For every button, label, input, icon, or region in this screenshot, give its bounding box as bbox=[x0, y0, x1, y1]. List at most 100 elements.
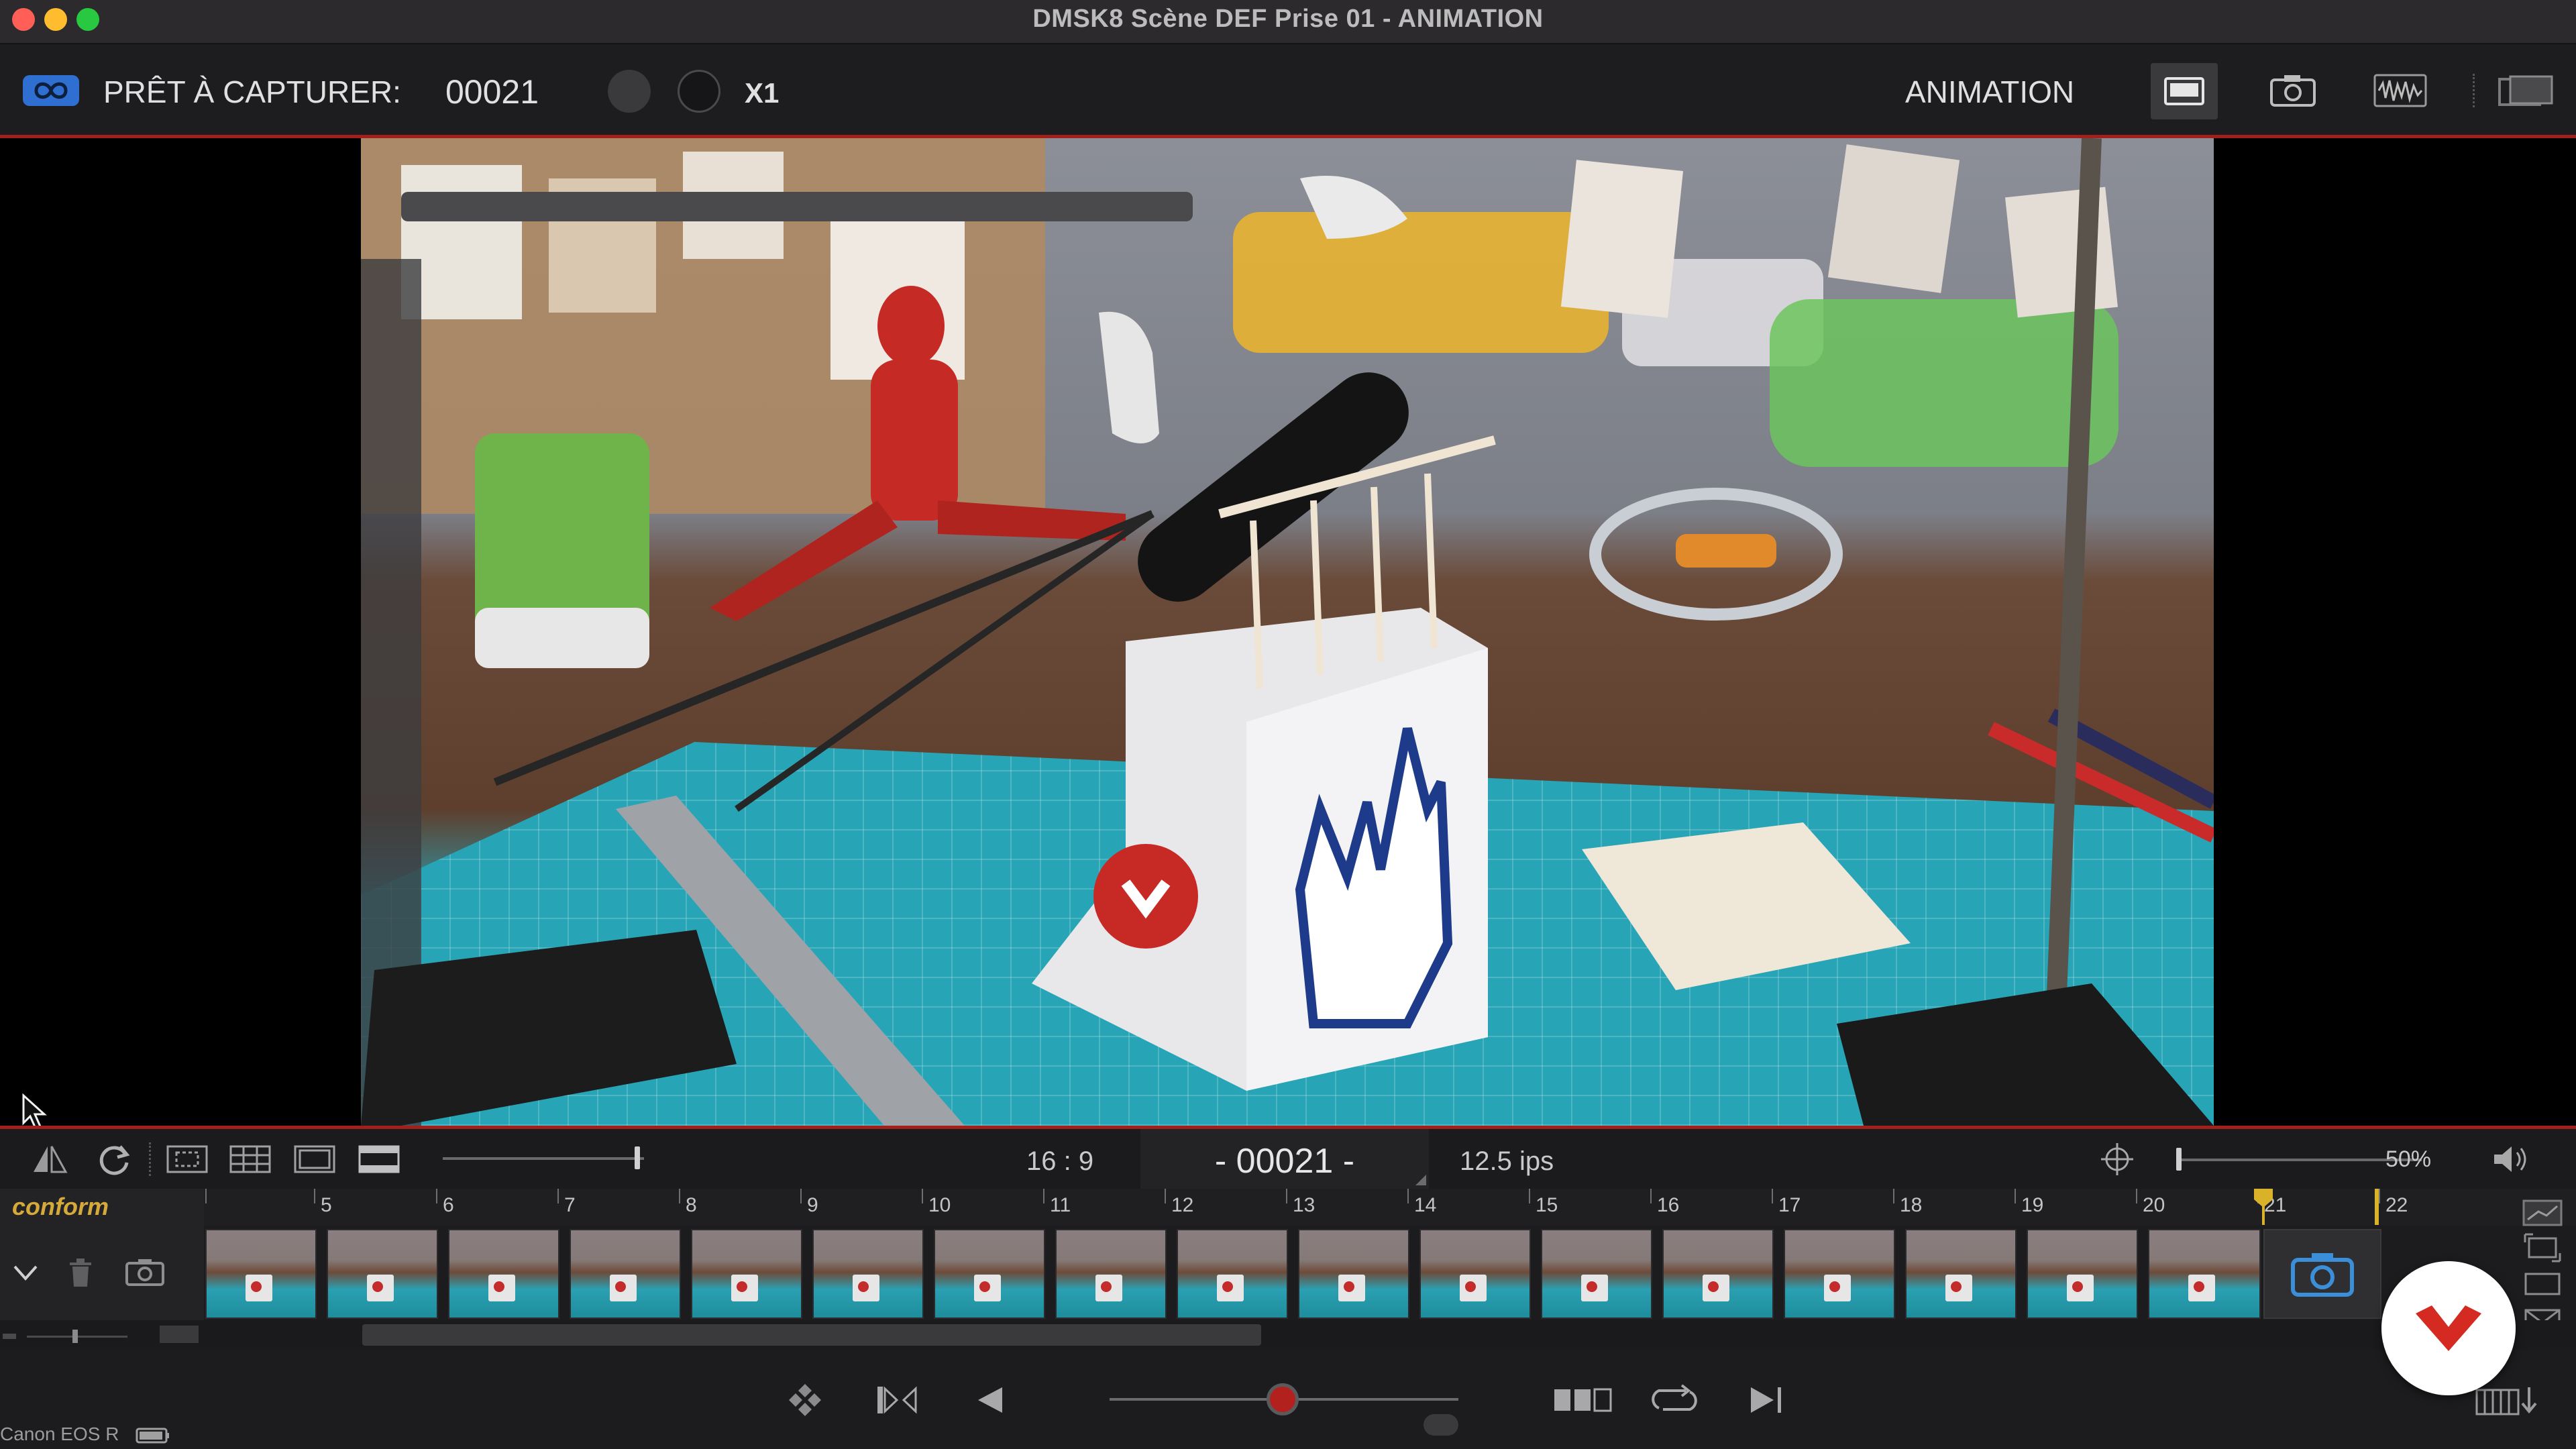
monitor-icon[interactable] bbox=[2151, 63, 2218, 119]
ruler-tick bbox=[2136, 1189, 2137, 1203]
out-point-marker[interactable] bbox=[2375, 1189, 2379, 1225]
live-camera-icon bbox=[2291, 1253, 2354, 1297]
frame-thumbnail[interactable] bbox=[1784, 1229, 1895, 1319]
track-zoom-max[interactable] bbox=[160, 1326, 199, 1343]
ruler-label: 16 bbox=[1657, 1194, 1680, 1216]
chevron-down-icon[interactable] bbox=[12, 1263, 39, 1283]
go-to-live-icon[interactable] bbox=[1744, 1377, 1791, 1424]
ruler-tick bbox=[557, 1189, 559, 1203]
mode-label[interactable]: ANIMATION bbox=[1905, 75, 2074, 109]
chart-view-icon[interactable] bbox=[2522, 1199, 2563, 1226]
toolbar-divider bbox=[149, 1142, 154, 1176]
ruler-tick bbox=[2015, 1189, 2016, 1203]
opacity-slider-track[interactable] bbox=[443, 1157, 644, 1160]
ruler-tick bbox=[436, 1189, 437, 1203]
display-compare-icon[interactable] bbox=[2496, 67, 2556, 114]
frame-thumbnail[interactable] bbox=[1662, 1229, 1774, 1319]
live-view-toggle[interactable] bbox=[678, 70, 720, 113]
ruler-label: 8 bbox=[686, 1194, 697, 1216]
brand-chevron-icon bbox=[2416, 1305, 2481, 1351]
current-frame-box: - 00021 - bbox=[1140, 1129, 1429, 1189]
grid-icon[interactable] bbox=[227, 1142, 274, 1176]
ruler-label: 14 bbox=[1414, 1194, 1437, 1216]
fit-view-icon[interactable] bbox=[2524, 1233, 2561, 1263]
frame-icon[interactable] bbox=[291, 1142, 338, 1176]
ruler-label: 7 bbox=[564, 1194, 576, 1216]
letterbox-icon[interactable] bbox=[356, 1142, 402, 1176]
ruler-label: 22 bbox=[2385, 1194, 2408, 1216]
ruler-tick bbox=[314, 1189, 315, 1203]
volume-icon[interactable] bbox=[2490, 1142, 2530, 1176]
single-frame-icon[interactable] bbox=[2524, 1272, 2561, 1299]
frame-thumbnail[interactable] bbox=[2027, 1229, 2138, 1319]
frame-thumbnail[interactable] bbox=[1298, 1229, 1409, 1319]
frame-thumbnail[interactable] bbox=[448, 1229, 559, 1319]
frame-thumbnail[interactable] bbox=[2148, 1229, 2261, 1319]
live-view-viewport[interactable] bbox=[0, 138, 2576, 1130]
refresh-icon[interactable] bbox=[94, 1142, 134, 1176]
frame-thumbnail[interactable] bbox=[327, 1229, 438, 1319]
flip-icon[interactable] bbox=[30, 1142, 70, 1176]
ruler-tick bbox=[1407, 1189, 1409, 1203]
camera-live-image bbox=[361, 138, 2214, 1126]
frame-thumbnail[interactable] bbox=[691, 1229, 802, 1319]
camera-model-label: Canon EOS R bbox=[0, 1424, 119, 1444]
playback-controls: Canon EOS R bbox=[0, 1350, 2576, 1449]
ruler-label: 15 bbox=[1536, 1194, 1558, 1216]
toolbar-divider bbox=[2473, 74, 2477, 107]
scene-illustration bbox=[361, 138, 2214, 1126]
playback-speed-handle[interactable] bbox=[1267, 1383, 1299, 1415]
capture-slot[interactable] bbox=[2263, 1229, 2381, 1319]
ruler-tick bbox=[1772, 1189, 1773, 1203]
playhead-marker[interactable] bbox=[2251, 1189, 2275, 1225]
zoom-slider-handle[interactable] bbox=[2176, 1148, 2182, 1171]
fps-label[interactable]: 12.5 ips bbox=[1460, 1146, 1554, 1177]
frame-thumbnail[interactable] bbox=[1419, 1229, 1531, 1319]
window-title: DMSK8 Scène DEF Prise 01 - ANIMATION bbox=[1032, 5, 1544, 33]
trash-icon[interactable] bbox=[66, 1256, 95, 1289]
ready-to-capture-label: PRÊT À CAPTURER: bbox=[103, 74, 401, 109]
onion-skin-button[interactable] bbox=[608, 70, 651, 113]
ruler-tick bbox=[800, 1189, 802, 1203]
frame-thumbnail[interactable] bbox=[934, 1229, 1045, 1319]
frame-thumbnail[interactable] bbox=[205, 1229, 317, 1319]
ruler-tick bbox=[922, 1189, 923, 1203]
capture-toolbar: PRÊT À CAPTURER: 00021 X1 ANIMATION bbox=[0, 44, 2576, 138]
timeline-ruler[interactable]: 5 6 7 8 9 10 11 12 13 14 15 16 17 18 19 … bbox=[0, 1189, 2576, 1225]
loop-icon[interactable] bbox=[1648, 1377, 1701, 1424]
track-zoom-handle[interactable] bbox=[72, 1330, 78, 1343]
speed-toggle[interactable] bbox=[1424, 1414, 1458, 1436]
frame-strip-icon[interactable] bbox=[1551, 1377, 1615, 1424]
timeline-scrollbar[interactable] bbox=[362, 1324, 1261, 1346]
ruler-tick bbox=[679, 1189, 680, 1203]
ruler-label: 9 bbox=[807, 1194, 818, 1216]
frame-thumbnail[interactable] bbox=[812, 1229, 924, 1319]
crosshair-icon[interactable] bbox=[2098, 1142, 2136, 1176]
ruler-label: 11 bbox=[1050, 1194, 1071, 1216]
ruler-label: 19 bbox=[2021, 1194, 2044, 1216]
step-back-icon[interactable] bbox=[970, 1377, 1010, 1424]
bowtie-icon[interactable] bbox=[873, 1377, 920, 1424]
opacity-slider-handle[interactable] bbox=[635, 1146, 640, 1169]
keyframes-icon[interactable] bbox=[785, 1377, 825, 1424]
timeline-scroll-row bbox=[0, 1320, 2576, 1350]
capture-multiplier[interactable]: X1 bbox=[745, 76, 779, 110]
camera-icon[interactable] bbox=[2266, 67, 2320, 114]
frame-thumbnail[interactable] bbox=[1177, 1229, 1288, 1319]
audio-waveform-icon[interactable] bbox=[2372, 67, 2428, 114]
track-zoom-min[interactable] bbox=[3, 1334, 16, 1339]
frame-thumbnail[interactable] bbox=[1055, 1229, 1167, 1319]
frame-thumbnail[interactable] bbox=[570, 1229, 681, 1319]
aspect-ratio-label[interactable]: 16 : 9 bbox=[1026, 1146, 1093, 1177]
layer-label-cell[interactable]: conform bbox=[0, 1189, 204, 1225]
timeline-toolbar: 16 : 9 - 00021 - 12.5 ips 50% bbox=[0, 1126, 2576, 1189]
capture-camera-icon[interactable] bbox=[125, 1257, 165, 1287]
ruler-label: 18 bbox=[1900, 1194, 1923, 1216]
safe-area-icon[interactable] bbox=[164, 1142, 211, 1176]
infinity-loop-icon[interactable] bbox=[21, 74, 80, 107]
current-frame-label[interactable]: - 00021 - bbox=[1140, 1141, 1429, 1181]
frame-thumbnail[interactable] bbox=[1905, 1229, 2017, 1319]
export-frames-icon[interactable] bbox=[2473, 1381, 2540, 1421]
ruler-label: 20 bbox=[2143, 1194, 2165, 1216]
frame-thumbnail[interactable] bbox=[1541, 1229, 1652, 1319]
